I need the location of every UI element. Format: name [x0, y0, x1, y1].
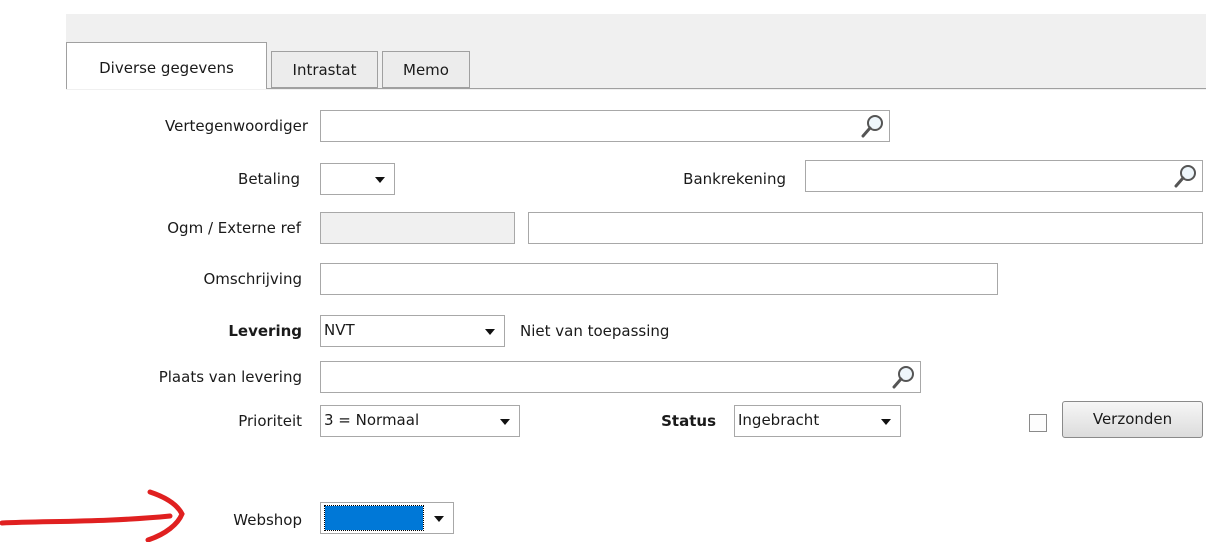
ogm-label: Ogm / Externe ref	[167, 219, 301, 237]
status-value: Ingebracht	[738, 411, 820, 429]
vertegenwoordiger-field[interactable]	[320, 110, 890, 142]
tab-intrastat[interactable]: Intrastat	[271, 51, 378, 88]
betaling-select[interactable]	[320, 163, 395, 195]
chevron-down-icon	[434, 516, 444, 522]
bankrekening-input[interactable]	[806, 161, 1202, 191]
vertegenwoordiger-magnifier-icon[interactable]	[860, 113, 886, 139]
prioriteit-value: 3 = Normaal	[324, 411, 420, 429]
ogm-input	[321, 213, 514, 243]
levering-label: Levering	[228, 322, 302, 340]
verzonden-checkbox[interactable]	[1029, 414, 1047, 432]
levering-select[interactable]: NVT	[320, 315, 505, 347]
bankrekening-magnifier-icon[interactable]	[1173, 163, 1199, 189]
chevron-down-icon	[500, 419, 510, 425]
omschrijving-field[interactable]	[320, 263, 998, 295]
status-select[interactable]: Ingebracht	[734, 405, 901, 437]
externe-ref-field[interactable]	[528, 212, 1203, 244]
status-label: Status	[661, 412, 716, 430]
omschrijving-input[interactable]	[321, 264, 997, 294]
externe-ref-input[interactable]	[529, 213, 1202, 243]
plaats-van-levering-input[interactable]	[321, 362, 920, 392]
prioriteit-select[interactable]: 3 = Normaal	[320, 405, 520, 437]
verzonden-button[interactable]: Verzonden	[1062, 401, 1203, 438]
plaats-van-levering-field[interactable]	[320, 361, 921, 393]
plaats-van-levering-label: Plaats van levering	[158, 368, 302, 386]
omschrijving-label: Omschrijving	[203, 270, 302, 288]
vertegenwoordiger-label: Vertegenwoordiger	[165, 117, 308, 135]
bankrekening-label: Bankrekening	[683, 170, 786, 188]
tab-diverse-gegevens[interactable]: Diverse gegevens	[66, 42, 267, 89]
bankrekening-field[interactable]	[805, 160, 1203, 192]
webshop-select[interactable]	[320, 502, 454, 534]
chevron-down-icon	[375, 177, 385, 183]
plaats-magnifier-icon[interactable]	[891, 364, 917, 390]
webshop-selected-swatch	[324, 505, 424, 531]
ogm-field	[320, 212, 515, 244]
betaling-label: Betaling	[238, 170, 300, 188]
tab-memo[interactable]: Memo	[382, 51, 470, 88]
prioriteit-label: Prioriteit	[238, 412, 302, 430]
levering-value: NVT	[324, 321, 355, 339]
chevron-down-icon	[485, 329, 495, 335]
red-annotation-arrow	[0, 489, 185, 542]
vertegenwoordiger-input[interactable]	[321, 111, 889, 141]
chevron-down-icon	[881, 419, 891, 425]
levering-description: Niet van toepassing	[520, 322, 670, 340]
